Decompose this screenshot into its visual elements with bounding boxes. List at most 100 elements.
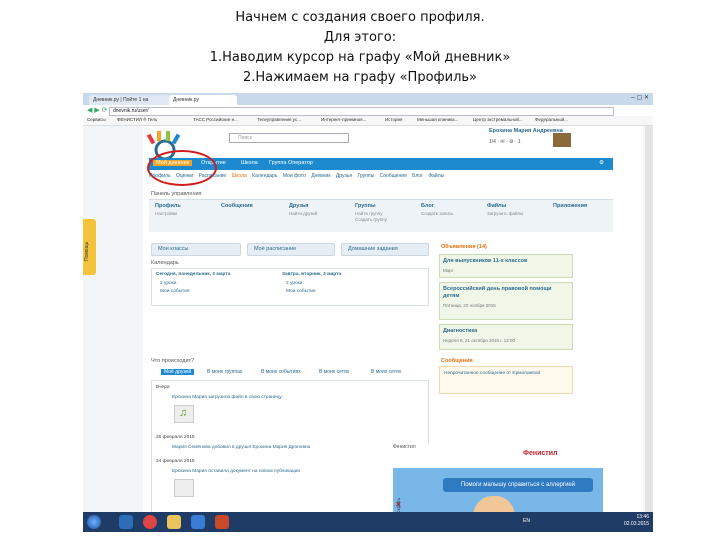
feed-tab[interactable]: В моих сетях <box>319 369 349 375</box>
today-item[interactable]: 2 уроки <box>160 281 176 286</box>
calendar-title: Календарь <box>151 260 179 266</box>
tomorrow-item[interactable]: Мои события <box>286 289 316 294</box>
panel-blog[interactable]: Блог Создать запись <box>421 203 479 217</box>
panel-messages[interactable]: Сообщения <box>221 203 279 209</box>
subnav-profile[interactable]: Профиль <box>149 173 171 179</box>
whats-new-title: Что происходит? <box>151 358 195 364</box>
tomorrow-item[interactable]: 2 уроки <box>286 281 302 286</box>
control-panel: Профиль Настройки Сообщения Друзья Найти… <box>149 199 613 232</box>
instruction-line-2: Для этого: <box>323 30 397 45</box>
subnav-item[interactable]: Оценки <box>176 173 193 179</box>
bookmark-item[interactable]: Телеуправление ус... <box>257 117 301 122</box>
browser-tab-2[interactable]: Дневник.ру <box>169 95 237 105</box>
subnav-item[interactable]: Блог <box>412 173 423 179</box>
my-schedule-button[interactable]: Моё расписание <box>247 243 335 256</box>
panel-groups[interactable]: Группы Найти группу Создать группу <box>355 203 413 223</box>
subnav-item[interactable]: Календарь <box>252 173 277 179</box>
instructions: Начнем с создания своего профиля. Для эт… <box>0 8 720 88</box>
ad-slogan: Помоги малышу справиться с аллергией <box>443 478 593 492</box>
avatar[interactable] <box>553 133 571 147</box>
bookmark-item[interactable]: История <box>385 117 402 122</box>
user-name-link[interactable]: Ерохина Мария Андреевна <box>489 128 563 134</box>
chrome-icon[interactable] <box>143 515 157 529</box>
music-file-icon[interactable]: ♫ <box>174 405 194 423</box>
feed-entry[interactable]: Мария Семёнова добавил в друзья Ерохина … <box>172 445 310 450</box>
bookmark-item[interactable]: Федеральный... <box>535 117 568 122</box>
news-card-sub: Неделя 8, 21 октября 2015 г. 12:00 <box>443 338 516 343</box>
back-forward-icon[interactable]: ◀ ▶ ⟳ <box>87 106 108 114</box>
settings-gear-icon[interactable]: ⚙ <box>599 160 604 166</box>
feed-entry[interactable]: Ерохина Мария загрузила файл в свою стра… <box>172 395 282 400</box>
window-controls-icon[interactable]: ─ ▢ ✕ <box>631 94 649 101</box>
instruction-line-3: 1.Наводим курсор на графу «Мой дневник» <box>209 50 511 65</box>
media-icon[interactable] <box>191 515 205 529</box>
bookmark-item[interactable]: Меньшая клиника... <box>417 117 458 122</box>
bookmark-item[interactable]: Центр экстремальной... <box>473 117 523 122</box>
panel-title: Блог <box>421 203 435 209</box>
explorer-icon[interactable] <box>167 515 181 529</box>
today-item[interactable]: Мои события <box>160 289 190 294</box>
browser-tab-1[interactable]: Дневник.ру | Пойте 1 на <box>89 95 171 105</box>
powerpoint-icon[interactable] <box>215 515 229 529</box>
homework-button[interactable]: Домашние задания <box>341 243 429 256</box>
search-input[interactable]: Поиск <box>229 133 349 143</box>
ad-label: Фенистил <box>391 444 418 450</box>
page-scrollbar[interactable] <box>645 126 653 524</box>
subnav-item[interactable]: Расписание <box>199 173 227 179</box>
language-indicator[interactable]: EN <box>523 518 530 524</box>
news-card[interactable]: Для выпускников 11-х классов Март <box>439 254 573 278</box>
start-button-icon[interactable] <box>87 515 101 529</box>
panel-friends[interactable]: Друзья Найти друзей <box>289 203 347 217</box>
feed-tab-active[interactable]: Моё друзей <box>161 369 195 375</box>
news-card[interactable]: Всероссийский день правовой помощи детям… <box>439 282 573 320</box>
browser-screenshot: Дневник.ру | Пойте 1 на Дневник.ру ─ ▢ ✕… <box>83 93 653 532</box>
panel-files[interactable]: Файлы Загрузить файлы <box>487 203 545 217</box>
help-side-tab[interactable]: Помощь <box>83 219 96 275</box>
messages-item[interactable]: Непрочитанное сообщение от Ермолаевой <box>444 371 540 376</box>
feed-date: 24 февраля 2015 <box>156 459 195 464</box>
tomorrow-label: Завтра, вторник, 3 марта <box>282 272 342 277</box>
panel-title: Группы <box>355 203 376 209</box>
subnav-item[interactable]: Файлы <box>428 173 444 179</box>
subnav-item[interactable]: Друзья <box>336 173 352 179</box>
panel-apps[interactable]: Приложения <box>553 203 611 209</box>
subnav-item[interactable]: Дневник <box>311 173 330 179</box>
news-title: Объявления (14) <box>441 244 487 250</box>
panel-title: Профиль <box>155 203 181 209</box>
feed-tab[interactable]: В моих группах <box>207 369 242 375</box>
subnav-item[interactable]: Мои фото <box>283 173 306 179</box>
panel-sub: Загрузить файлы <box>487 211 524 216</box>
instruction-line-1: Начнем с создания своего профиля. <box>235 10 485 25</box>
panel-profile[interactable]: Профиль Настройки <box>155 203 213 217</box>
panel-title: Сообщения <box>221 203 253 209</box>
bookmark-item[interactable]: Сервисы <box>87 117 106 122</box>
feed-entry[interactable]: Ерохина Мария оставила документ на новом… <box>172 469 300 474</box>
subnav-item[interactable]: Школа <box>232 173 247 179</box>
clock-date: 02.03.2015 <box>623 521 649 527</box>
feed-tab[interactable]: В моих событиях <box>261 369 301 375</box>
my-classes-button[interactable]: Мои классы <box>151 243 241 256</box>
bookmark-item[interactable]: Интернет-приемная... <box>321 117 366 122</box>
news-card-sub: Пятница, 20 ноября 2015 <box>443 303 496 308</box>
ad-header <box>393 444 603 468</box>
user-links[interactable]: 1/4 · ✉ · ⚙ · 1 <box>489 139 521 145</box>
messages-box[interactable]: Непрочитанное сообщение от Ермолаевой <box>439 366 573 394</box>
windows-taskbar: EN 13:46 02.03.2015 <box>83 512 653 532</box>
system-clock[interactable]: 13:46 02.03.2015 <box>624 514 649 528</box>
document-file-icon[interactable] <box>174 479 194 497</box>
news-card[interactable]: Диагностика Неделя 8, 21 октября 2015 г.… <box>439 324 573 350</box>
ie-icon[interactable] <box>119 515 133 529</box>
nav-group[interactable]: Группа Оператор <box>269 160 313 166</box>
browser-tab-bar: Дневник.ру | Пойте 1 на Дневник.ру ─ ▢ ✕ <box>83 93 653 105</box>
sub-nav: Профиль Оценки Расписание Школа Календар… <box>149 173 448 179</box>
feed-tab[interactable]: В моих сетях <box>371 369 401 375</box>
nav-school[interactable]: Школа <box>241 160 258 166</box>
panel-title: Файлы <box>487 203 507 209</box>
panel-sub: Найти группу Создать группу <box>355 211 387 222</box>
subnav-item[interactable]: Группы <box>358 173 375 179</box>
bookmark-item[interactable]: ФЕНИСТИЛ ® Гель <box>117 117 157 122</box>
today-label: Сегодня, понедельник, 2 марта <box>156 272 231 277</box>
bookmark-item[interactable]: ТАСС Российские н... <box>193 117 238 122</box>
url-input[interactable]: dnevnik.ru/user/ <box>109 107 614 116</box>
subnav-item[interactable]: Сообщения <box>380 173 407 179</box>
